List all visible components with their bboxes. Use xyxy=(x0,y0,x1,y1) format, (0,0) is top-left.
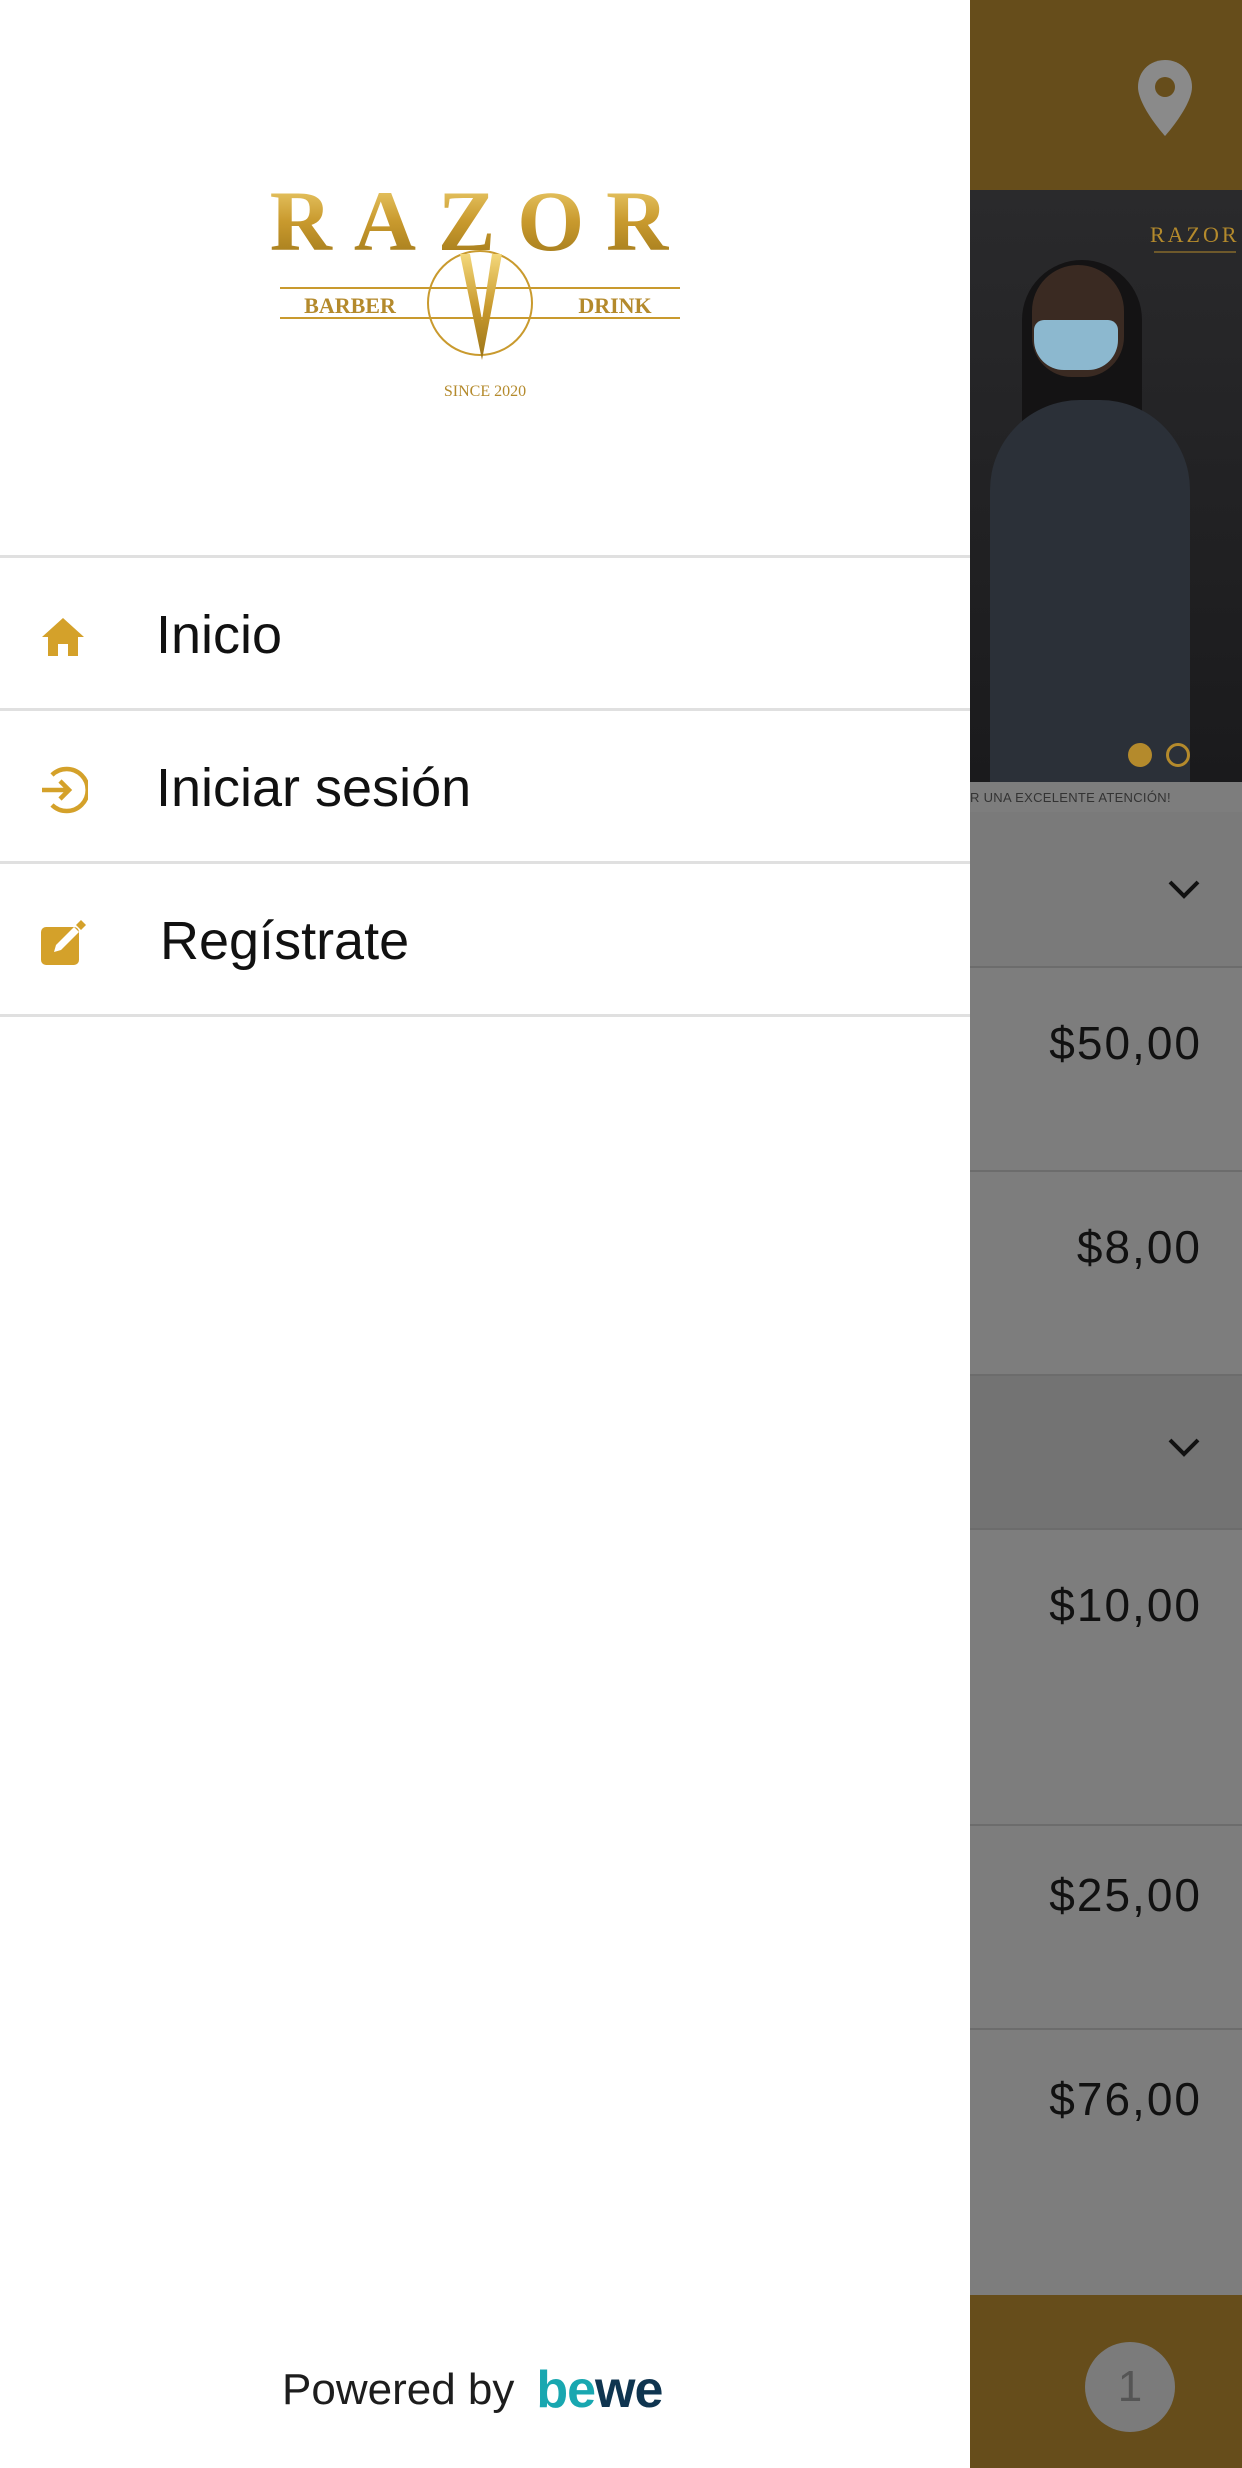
hero-caption: R UNA EXCELENTE ATENCIÓN! xyxy=(970,790,1171,805)
service-row[interactable]: $8,00 xyxy=(970,1172,1242,1376)
category-header[interactable] xyxy=(970,1376,1242,1530)
menu-item-label: Iniciar sesión xyxy=(156,758,472,818)
svg-text:SINCE 2020: SINCE 2020 xyxy=(444,383,526,400)
menu-item-inicio[interactable]: Inicio xyxy=(0,555,970,708)
home-icon xyxy=(42,618,84,656)
svg-text:BARBER: BARBER xyxy=(304,293,397,318)
hero-logo: RAZOR xyxy=(1150,222,1240,253)
location-pin-icon[interactable] xyxy=(1135,58,1195,138)
service-row[interactable]: $10,00 xyxy=(970,1530,1242,1826)
navigation-drawer: RAZOR BARBER DRINK SINCE 2020 Inicio Ini… xyxy=(0,0,970,2468)
service-price: $10,00 xyxy=(1049,1579,1202,1631)
svg-text:RAZOR: RAZOR xyxy=(270,173,690,269)
bewe-logo[interactable]: bewe xyxy=(536,2360,663,2420)
hero-carousel[interactable]: RAZOR xyxy=(970,190,1242,782)
service-price: $76,00 xyxy=(1049,2073,1202,2125)
service-price: $25,00 xyxy=(1049,1869,1202,1921)
cart-count-badge[interactable]: 1 xyxy=(1085,2342,1175,2432)
menu-item-label: Regístrate xyxy=(160,911,410,971)
svg-text:DRINK: DRINK xyxy=(578,293,651,318)
menu-item-registrate[interactable]: Regístrate xyxy=(0,861,970,1017)
drawer-menu: Inicio Iniciar sesión Regístrate xyxy=(0,555,970,1017)
chevron-down-icon xyxy=(1168,1438,1200,1457)
service-price: $8,00 xyxy=(1076,1221,1202,1273)
edit-icon xyxy=(41,920,86,965)
svg-text:RAZOR: RAZOR xyxy=(1150,222,1240,247)
service-row[interactable]: $25,00 xyxy=(970,1826,1242,2030)
category-header[interactable] xyxy=(970,812,1242,968)
hero-photo-jacket xyxy=(990,400,1190,782)
hero-photo-mask xyxy=(1034,320,1118,370)
powered-by-text: Powered by xyxy=(282,2365,515,2414)
menu-item-label: Inicio xyxy=(156,605,283,665)
service-row[interactable]: $76,00 xyxy=(970,2030,1242,2295)
carousel-dot[interactable] xyxy=(1166,743,1190,767)
login-icon xyxy=(42,766,88,814)
menu-item-iniciar-sesion[interactable]: Iniciar sesión xyxy=(0,708,970,861)
powered-by-footer: Powered by bewe xyxy=(282,2360,663,2420)
service-row[interactable]: $50,00 xyxy=(970,968,1242,1172)
razor-logo: RAZOR BARBER DRINK SINCE 2020 xyxy=(270,173,690,400)
chevron-down-icon xyxy=(1168,880,1200,899)
service-price: $50,00 xyxy=(1049,1017,1202,1069)
carousel-dot-active[interactable] xyxy=(1128,743,1152,767)
